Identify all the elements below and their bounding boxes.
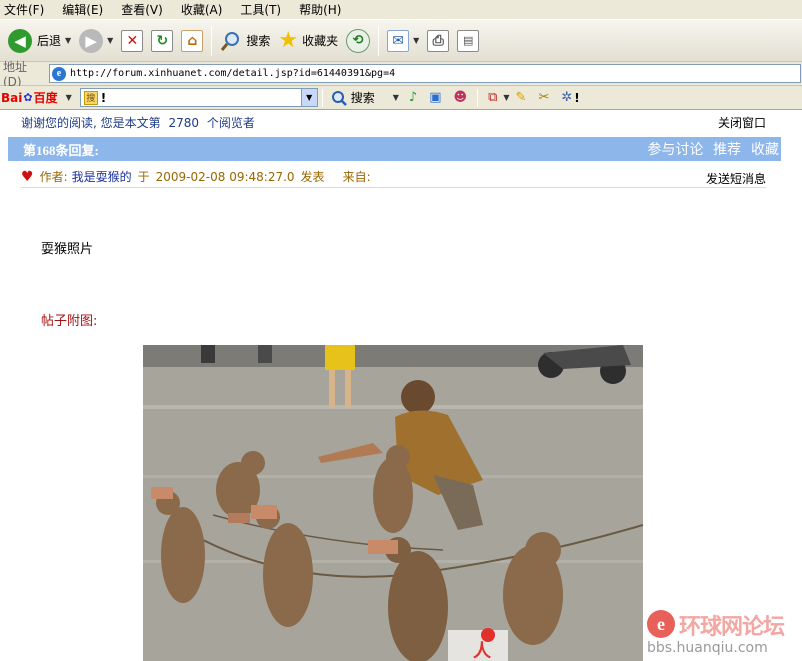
edit-page-icon: ▤ xyxy=(457,29,480,52)
reader-notice-suffix: 个阅览者 xyxy=(206,116,255,130)
author-line: ♥ 作者: 我是耍猴的 于 2009-02-08 09:48:27.0 发表 来… xyxy=(21,166,766,188)
back-arrow-icon: ◀ xyxy=(8,28,32,53)
post-datetime: 2009-02-08 09:48:27.0 xyxy=(155,169,295,184)
forward-dropdown-icon[interactable]: ▼ xyxy=(107,36,113,45)
clean-icon[interactable]: ✲ xyxy=(561,90,572,105)
back-dropdown-icon[interactable]: ▼ xyxy=(65,36,71,45)
address-input[interactable]: e http://forum.xinhuanet.com/detail.jsp?… xyxy=(49,64,801,83)
mail-button[interactable]: ✉ ▼ xyxy=(383,25,423,57)
popup-block-icon[interactable]: ✂ xyxy=(538,90,549,105)
baidu-search-button[interactable]: 搜索 ▼ xyxy=(327,87,403,109)
address-url[interactable]: http://forum.xinhuanet.com/detail.jsp?id… xyxy=(70,68,395,79)
back-button[interactable]: ◀ 后退 ▼ xyxy=(4,25,75,57)
baidu-search-dropdown-icon[interactable]: ▼ xyxy=(393,93,399,102)
forward-arrow-icon: ▶ xyxy=(79,28,104,53)
menu-bar: 文件(F) 编辑(E) 查看(V) 收藏(A) 工具(T) 帮助(H) xyxy=(0,0,802,20)
baidu-menu-dropdown-icon[interactable]: ▼ xyxy=(66,93,72,102)
menu-edit[interactable]: 编辑(E) xyxy=(62,1,103,18)
from-label: 来自: xyxy=(342,170,371,184)
toolbar-separator xyxy=(321,88,323,107)
baidu-paw-icon: ✿ xyxy=(23,91,33,104)
toolbar-separator xyxy=(211,25,213,56)
translate-dropdown-icon[interactable]: ▼ xyxy=(503,93,509,102)
history-button[interactable]: ⟲ xyxy=(342,25,374,57)
author-label: 作者: xyxy=(39,170,68,184)
baidu-toolbar: Bai ✿ 百度 ▼ 搜 ! ▼ 搜索 ▼ ♪ ▣ ☻ ⧉ ▼ ✎ ✂ ✲ ! xyxy=(0,86,802,110)
at-label: 于 xyxy=(137,170,150,184)
page-content: 谢谢您的阅读, 您是本文第 2780 个阅览者 关闭窗口 第168条回复: 参与… xyxy=(0,111,802,661)
refresh-button[interactable]: ↻ xyxy=(147,25,177,57)
search-label: 搜索 xyxy=(246,34,271,48)
home-icon: ⌂ xyxy=(181,29,204,52)
input-mode-icon: 搜 xyxy=(83,90,98,105)
reader-count: 2780 xyxy=(168,116,200,130)
baidu-search-icon xyxy=(331,90,347,106)
reply-header-bar: 第168条回复: 参与讨论 推荐 收藏 xyxy=(8,137,781,161)
search-icon xyxy=(221,31,240,51)
baidu-search-label: 搜索 xyxy=(350,91,375,105)
stop-icon: ✕ xyxy=(121,29,144,52)
highlight-icon[interactable]: ✎ xyxy=(516,90,527,105)
watermark-brand: 环球网论坛 xyxy=(679,615,785,640)
address-label: 地址 (D) xyxy=(3,60,28,89)
page-ie-icon: e xyxy=(52,66,66,81)
join-discussion-link[interactable]: 参与讨论 xyxy=(647,142,703,158)
posted-label: 发表 xyxy=(300,170,325,184)
reply-actions: 参与讨论 推荐 收藏 xyxy=(641,139,779,159)
toolbar-separator xyxy=(378,25,380,56)
menu-file[interactable]: 文件(F) xyxy=(4,1,44,18)
baidu-search-value[interactable]: ! xyxy=(101,91,106,105)
baidu-logo[interactable]: Bai ✿ 百度 ▼ xyxy=(1,89,72,106)
favorites-star-icon: ★ xyxy=(278,27,299,53)
heart-icon: ♥ xyxy=(21,168,34,185)
refresh-icon: ↻ xyxy=(151,29,174,52)
edit-button[interactable]: ▤ xyxy=(453,25,483,57)
baidu-logo-latin: Bai xyxy=(1,90,23,105)
svg-text:人: 人 xyxy=(473,641,492,661)
baidu-post-icon[interactable]: ☻ xyxy=(454,90,468,105)
mail-icon: ✉ xyxy=(387,29,410,52)
reader-notice-prefix: 谢谢您的阅读, 您是本文第 xyxy=(21,116,161,130)
menu-view[interactable]: 查看(V) xyxy=(121,1,163,18)
menu-tools[interactable]: 工具(T) xyxy=(240,1,281,18)
search-button[interactable]: 搜索 xyxy=(216,25,274,57)
printer-icon: ⎙ xyxy=(427,29,450,52)
mail-dropdown-icon[interactable]: ▼ xyxy=(413,36,419,45)
post-body: 耍猴照片 xyxy=(41,242,94,257)
address-bar: 地址 (D) e http://forum.xinhuanet.com/deta… xyxy=(0,60,802,89)
menu-favorites[interactable]: 收藏(A) xyxy=(181,1,223,18)
attachment-label: 帖子附图: xyxy=(41,314,98,329)
baidu-history-dropdown-icon[interactable]: ▼ xyxy=(300,89,317,106)
translate-icon[interactable]: ⧉ xyxy=(488,90,497,105)
music-icon[interactable]: ♪ xyxy=(409,90,417,105)
author-name-link[interactable]: 我是耍猴的 xyxy=(72,168,132,185)
stop-button[interactable]: ✕ xyxy=(117,25,147,57)
watermark-logo-icon: e xyxy=(647,610,675,638)
notify-icon[interactable]: ! xyxy=(574,91,579,105)
baidu-search-input[interactable]: 搜 ! ▼ xyxy=(79,88,318,107)
attached-photo[interactable]: 人 xyxy=(143,345,643,661)
standard-toolbar: ◀ 后退 ▼ ▶ ▼ ✕ ↻ ⌂ 搜索 ★ 收藏夹 ⟲ ✉ ▼ ⎙ ▤ xyxy=(0,20,802,62)
menu-help[interactable]: 帮助(H) xyxy=(299,1,341,18)
recommend-link[interactable]: 推荐 xyxy=(713,142,741,158)
favorites-label: 收藏夹 xyxy=(302,34,339,48)
baidu-logo-chinese: 百度 xyxy=(33,91,58,105)
site-watermark: e 环球网论坛 bbs.huanqiu.com xyxy=(645,608,795,658)
back-label: 后退 xyxy=(37,34,62,48)
home-button[interactable]: ⌂ xyxy=(177,25,207,57)
forward-button[interactable]: ▶ ▼ xyxy=(75,25,117,57)
reply-number: 第168条回复: xyxy=(23,142,99,158)
toolbar-separator xyxy=(477,88,479,107)
send-message-link[interactable]: 发送短消息 xyxy=(706,170,766,187)
reader-notice: 谢谢您的阅读, 您是本文第 2780 个阅览者 xyxy=(21,114,255,131)
favorite-link[interactable]: 收藏 xyxy=(751,142,779,158)
image-icon[interactable]: ▣ xyxy=(429,90,441,105)
monkey-street-photo: 人 xyxy=(143,345,643,661)
favorites-button[interactable]: ★ 收藏夹 xyxy=(274,25,342,57)
print-button[interactable]: ⎙ xyxy=(423,25,453,57)
history-icon: ⟲ xyxy=(346,28,371,53)
watermark-domain: bbs.huanqiu.com xyxy=(647,640,768,656)
close-window-link[interactable]: 关闭窗口 xyxy=(718,114,766,131)
